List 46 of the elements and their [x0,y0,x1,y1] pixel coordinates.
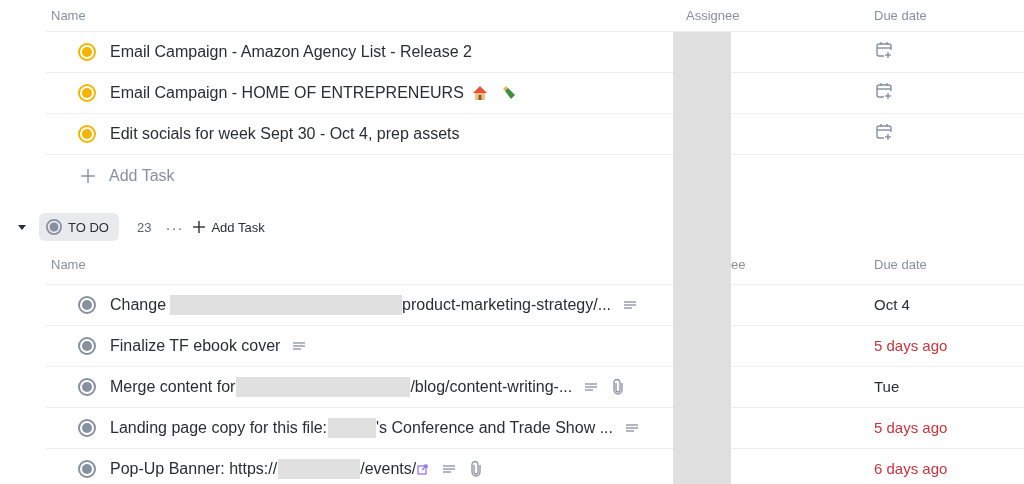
task-name[interactable]: Merge content for [110,378,236,396]
status-icon[interactable] [78,125,96,143]
caret-icon[interactable] [17,222,27,232]
plus-icon [193,221,206,233]
status-icon[interactable] [78,378,96,396]
add-date-icon[interactable] [875,123,893,141]
description-icon [623,300,637,310]
status-icon[interactable] [78,460,96,478]
due-date[interactable]: Tue [874,378,900,395]
status-icon[interactable] [78,43,96,61]
task-name[interactable]: /events/ [360,460,417,478]
task-count: 23 [136,219,152,235]
task-name[interactable]: Edit socials for week Sept 30 - Oct 4, prep assets [110,125,460,143]
due-date[interactable]: 6 days ago [874,460,948,477]
description-icon [584,382,599,392]
add-date-icon[interactable] [875,82,893,100]
task-name[interactable]: Email Campaign - HOME OF ENTREPRENEURS [110,84,464,102]
status-label: TO DO [68,219,109,235]
status-icon[interactable] [46,219,62,235]
status-badge[interactable]: TO DO [39,213,119,241]
task-name[interactable]: 's Conference and Trade Show ... [376,419,613,437]
redaction-bar [328,418,377,438]
task-name[interactable]: Landing page copy for this file: [110,419,328,437]
task-name[interactable]: product-marketing-strategy/... [402,296,611,314]
plus-icon[interactable] [81,169,95,183]
status-icon[interactable] [78,296,96,314]
due-date[interactable]: 5 days ago [874,337,948,354]
status-icon[interactable] [78,337,96,355]
status-icon[interactable] [78,419,96,437]
task-name[interactable]: Email Campaign - Amazon Agency List - Release 2 [110,43,472,61]
more-button[interactable]: ··· [165,218,184,236]
task-name[interactable]: Change [110,296,167,314]
status-icon[interactable] [78,84,96,102]
paperclip-icon [612,379,625,395]
task-name[interactable]: Pop-Up Banner: https:// [110,460,278,478]
due-date[interactable]: 5 days ago [874,419,948,436]
add-task-button[interactable]: Add Task [193,219,265,235]
add-date-icon[interactable] [875,41,893,59]
external-link-icon[interactable] [417,463,429,475]
description-icon [625,423,639,433]
paperclip-icon [470,461,483,477]
description-icon [442,464,457,474]
task-name[interactable]: Finalize TF ebook cover [110,337,281,355]
due-date[interactable]: Oct 4 [874,296,910,313]
task-name[interactable]: /blog/content-writing-... [410,378,573,396]
description-icon [292,341,307,351]
